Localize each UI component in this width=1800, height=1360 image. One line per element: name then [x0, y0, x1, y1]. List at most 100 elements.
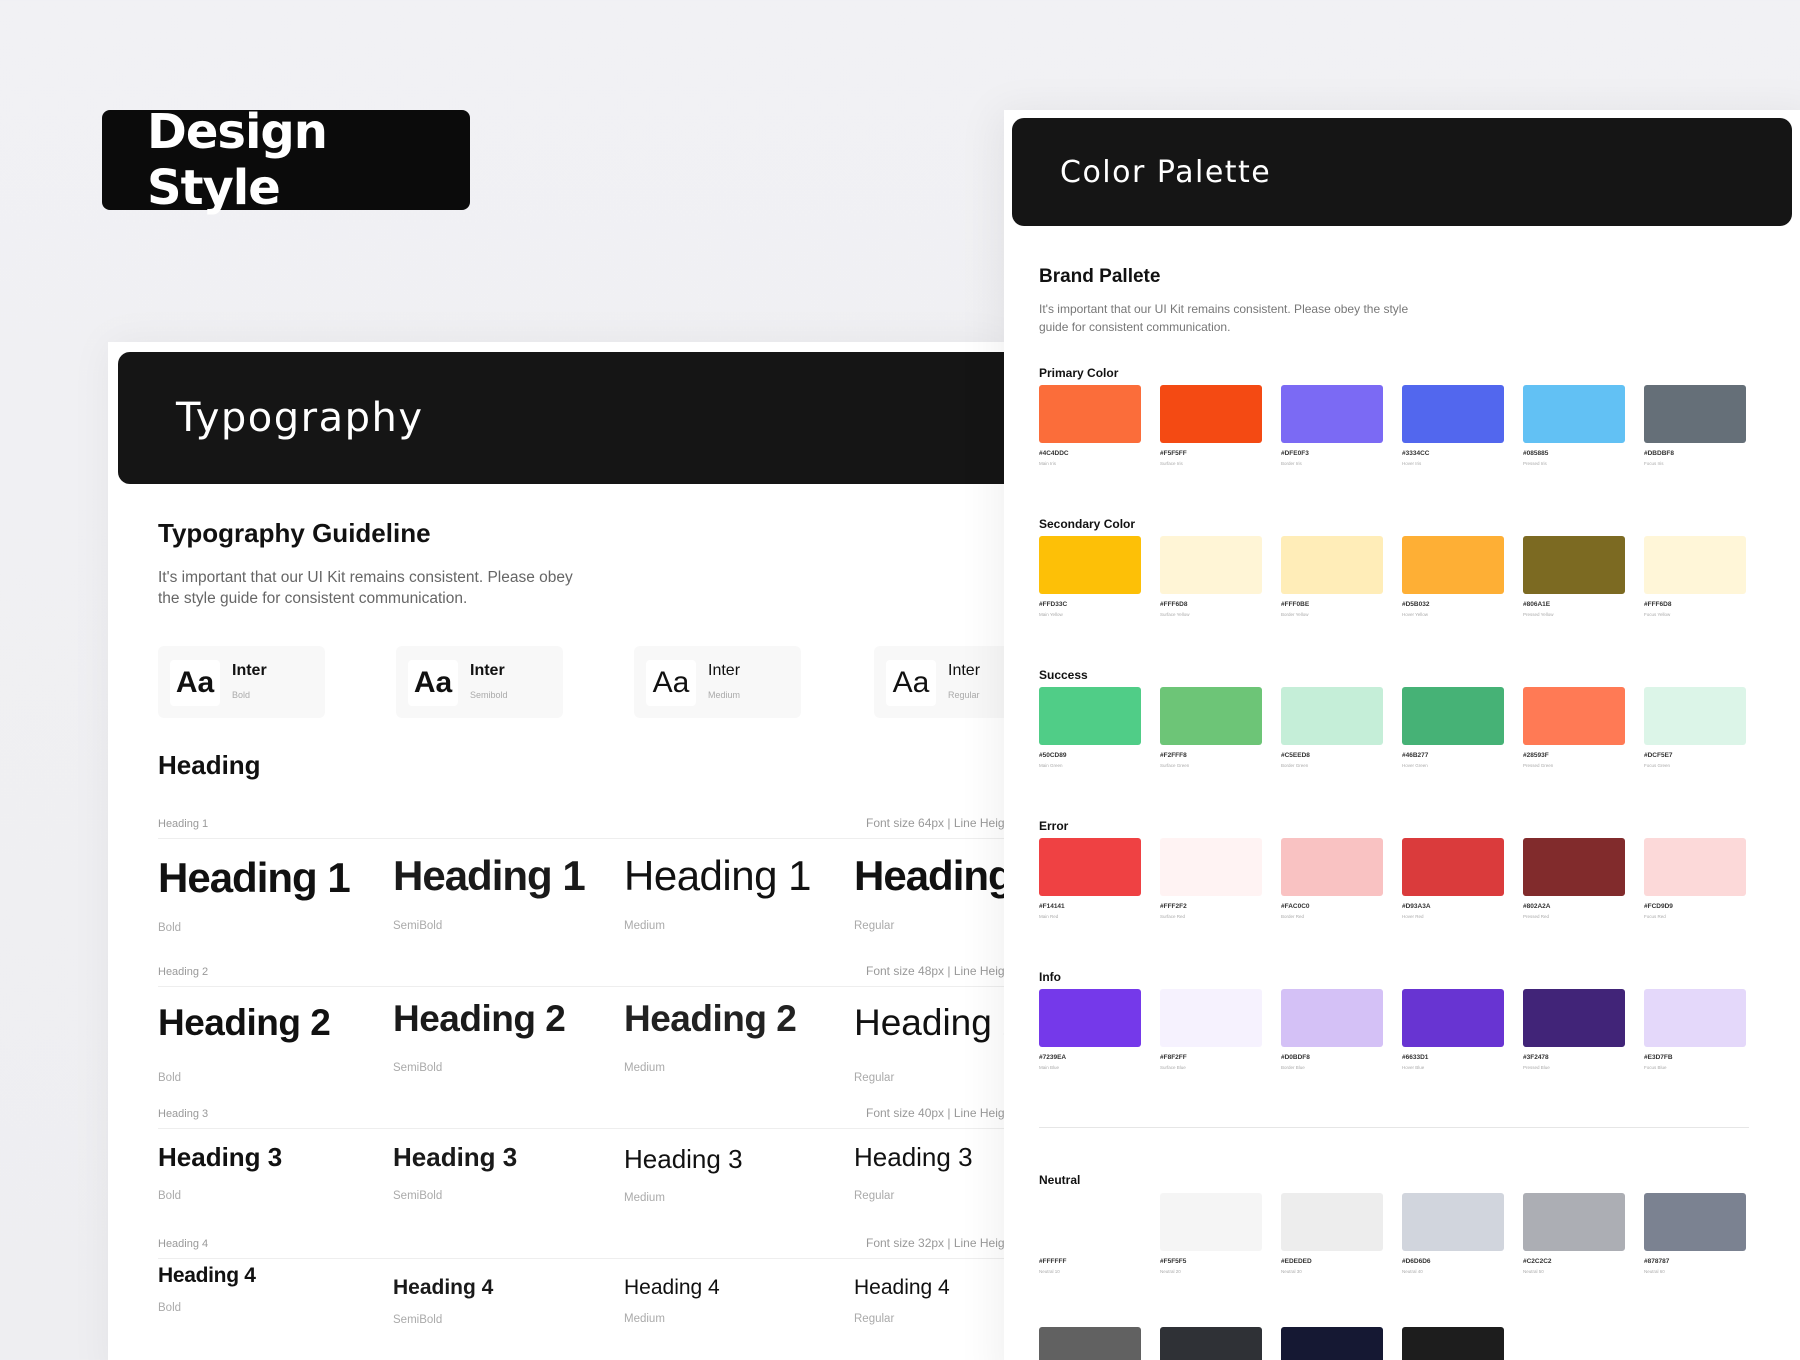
color-swatch[interactable] [1644, 989, 1746, 1047]
weight-label: SemiBold [393, 920, 443, 932]
swatch-hex: #DBDBF8 [1644, 450, 1674, 457]
swatch-label: Main Iris [1039, 461, 1057, 466]
color-group-title: Primary Color [1039, 366, 1119, 380]
color-swatch[interactable] [1160, 687, 1262, 745]
color-swatch[interactable] [1039, 687, 1141, 745]
color-palette-title: Color Palette [1060, 154, 1272, 190]
color-swatch[interactable] [1160, 989, 1262, 1047]
swatch-label: Focus Blue [1644, 1065, 1667, 1070]
color-swatch[interactable] [1039, 1193, 1141, 1251]
color-swatch[interactable] [1402, 989, 1504, 1047]
color-swatch[interactable] [1644, 385, 1746, 443]
design-style-badge: Design Style [102, 104, 470, 216]
color-swatch[interactable] [1281, 687, 1383, 745]
color-swatch[interactable] [1402, 1327, 1504, 1360]
swatch-hex: #C5EED8 [1281, 752, 1310, 759]
color-swatch[interactable] [1402, 385, 1504, 443]
weight-label: Medium [624, 1192, 665, 1204]
color-swatch[interactable] [1039, 385, 1141, 443]
color-swatch[interactable] [1281, 385, 1383, 443]
color-swatch[interactable] [1281, 536, 1383, 594]
swatch-hex: #D0BDF8 [1281, 1054, 1310, 1061]
divider [158, 838, 1008, 839]
color-group-title: Success [1039, 668, 1088, 682]
color-swatch[interactable] [1402, 1193, 1504, 1251]
swatch-hex: #DFE0F3 [1281, 450, 1309, 457]
weight-label: Bold [158, 1190, 182, 1202]
color-swatch[interactable] [1644, 536, 1746, 594]
color-swatch[interactable] [1402, 536, 1504, 594]
color-swatch[interactable] [1644, 687, 1746, 745]
font-preview: Aa [408, 660, 458, 706]
swatch-hex: #E3D7FB [1644, 1054, 1673, 1061]
color-swatch[interactable] [1160, 838, 1262, 896]
heading-4-medium: Heading 4 [624, 1276, 720, 1299]
color-swatch[interactable] [1402, 687, 1504, 745]
heading-1-medium: Heading 1 [624, 852, 811, 899]
font-weight-label: Bold [232, 690, 251, 700]
color-swatch[interactable] [1523, 1193, 1625, 1251]
color-swatch[interactable] [1523, 687, 1625, 745]
page-title: Design Style [147, 104, 328, 216]
color-swatch[interactable] [1402, 838, 1504, 896]
font-chip-semibold: Aa Inter Semibold [396, 646, 563, 718]
color-swatch[interactable] [1281, 1193, 1383, 1251]
color-swatch[interactable] [1039, 1327, 1141, 1360]
color-swatch[interactable] [1160, 1327, 1262, 1360]
color-swatch[interactable] [1281, 838, 1383, 896]
typography-body: Typography Guideline It's important that… [158, 518, 1008, 1326]
section-name: Heading 1 [158, 818, 209, 830]
color-swatch[interactable] [1160, 1193, 1262, 1251]
font-name: Inter [708, 662, 741, 679]
color-swatch[interactable] [1039, 536, 1141, 594]
divider [158, 1128, 1008, 1129]
color-palette-header: Color Palette [1012, 118, 1792, 226]
heading-2-medium: Heading 2 [624, 998, 797, 1039]
swatch-label: Focus Iris [1644, 461, 1664, 466]
color-group-title: Info [1039, 970, 1061, 984]
heading-4-regular: Heading 4 [854, 1276, 950, 1299]
color-swatch[interactable] [1160, 536, 1262, 594]
swatch-label: Focus Green [1644, 763, 1671, 768]
color-swatch[interactable] [1039, 989, 1141, 1047]
font-chip-bold: Aa Inter Bold [158, 646, 325, 718]
heading-4-bold: Heading 4 [158, 1264, 256, 1287]
weight-label: SemiBold [393, 1190, 443, 1202]
swatch-label: Focus Yellow [1644, 612, 1671, 617]
swatch-label: Neutral 10 [1039, 1269, 1060, 1274]
color-swatch[interactable] [1523, 989, 1625, 1047]
color-swatch[interactable] [1644, 838, 1746, 896]
swatch-label: Neutral 60 [1644, 1269, 1665, 1274]
color-swatch[interactable] [1281, 989, 1383, 1047]
font-preview: Aa [646, 660, 696, 706]
swatch-label: Neutral 30 [1281, 1269, 1302, 1274]
color-swatch[interactable] [1644, 1193, 1746, 1251]
font-preview: Aa [886, 660, 936, 706]
swatch-hex: #FFF6D8 [1644, 601, 1672, 608]
swatch-hex: #802A2A [1523, 903, 1551, 910]
swatch-hex: #6633D1 [1402, 1054, 1429, 1061]
color-swatch[interactable] [1523, 838, 1625, 896]
weight-label: Medium [624, 920, 665, 932]
color-swatch[interactable] [1039, 838, 1141, 896]
swatch-label: Pressed Yellow [1523, 612, 1554, 617]
swatch-hex: #FFF2F2 [1160, 903, 1187, 910]
heading-3-regular: Heading 3 [854, 1142, 973, 1172]
typography-guideline-title: Typography Guideline [158, 518, 431, 548]
section-name: Heading 2 [158, 966, 209, 978]
swatch-hex: #806A1E [1523, 601, 1551, 608]
color-swatch[interactable] [1160, 385, 1262, 443]
font-weights-row: Aa Inter Bold Aa Inter Semibold Aa Inter… [158, 646, 1008, 718]
swatch-hex: #FAC0C0 [1281, 903, 1310, 910]
color-swatch[interactable] [1523, 536, 1625, 594]
swatch-label: Hover Green [1402, 763, 1428, 768]
color-swatch[interactable] [1281, 1327, 1383, 1360]
swatch-hex: #3F2478 [1523, 1054, 1549, 1061]
swatch-label: Neutral 20 [1160, 1269, 1181, 1274]
color-swatch[interactable] [1523, 385, 1625, 443]
font-chip-regular: Aa Inter Regular [874, 646, 1008, 718]
weight-label: Regular [854, 1190, 895, 1202]
weight-label: Regular [854, 920, 895, 932]
typography-card: Typography Typography Guideline It's imp… [108, 342, 1008, 1360]
swatch-hex: #F2FFF8 [1160, 752, 1187, 759]
